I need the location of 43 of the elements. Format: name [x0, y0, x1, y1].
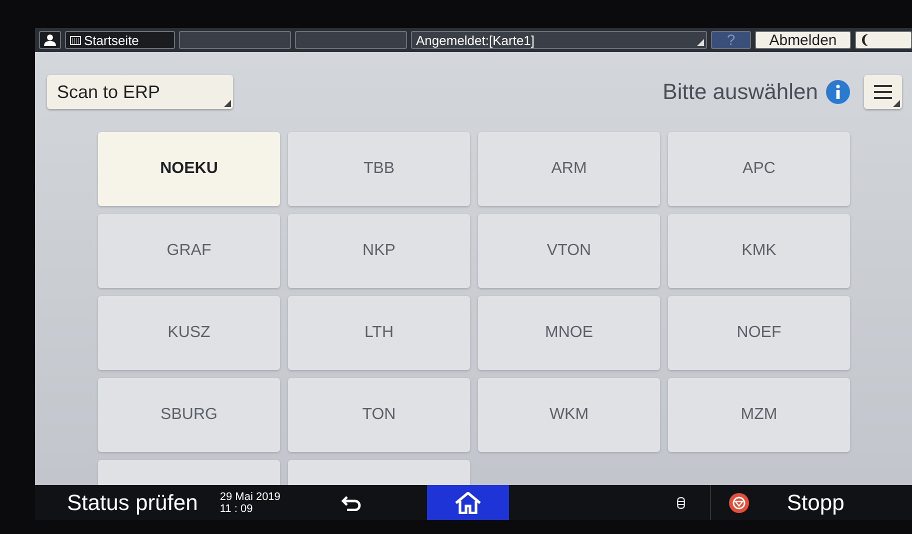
- app-dropdown[interactable]: Scan to ERP: [47, 75, 233, 109]
- user-button[interactable]: [39, 31, 61, 49]
- house-icon: [454, 492, 481, 514]
- grid-icon: [70, 36, 81, 44]
- stop-icon[interactable]: [728, 492, 749, 512]
- destination-tile[interactable]: ARM: [478, 132, 660, 206]
- status-check-button[interactable]: Status prüfen: [35, 490, 220, 516]
- destination-tile[interactable]: NOEF: [668, 296, 850, 370]
- destination-tile[interactable]: MNOE: [478, 296, 660, 370]
- destination-tile[interactable]: WKM: [478, 378, 660, 452]
- corner-triangle-icon: [224, 100, 231, 107]
- back-arrow-icon[interactable]: [340, 494, 363, 510]
- logout-button[interactable]: Abmelden: [755, 31, 851, 49]
- destination-tile[interactable]: MZM: [668, 378, 850, 452]
- destination-tile[interactable]: NOEKU: [98, 132, 280, 206]
- destination-tile[interactable]: SBURG: [98, 378, 280, 452]
- menu-icon: [874, 85, 892, 99]
- menu-button[interactable]: [864, 75, 902, 109]
- moon-icon: [860, 33, 870, 47]
- destination-tile[interactable]: NKP: [288, 214, 470, 288]
- help-button[interactable]: ?: [711, 31, 751, 49]
- login-status-button[interactable]: Angemeldet:[Karte1]: [411, 31, 707, 49]
- data-icon: [676, 496, 685, 508]
- destination-tile[interactable]: LTH: [288, 296, 470, 370]
- energy-saver-button[interactable]: [855, 31, 912, 49]
- prompt-text: Bitte auswählen: [662, 79, 818, 105]
- home-label: Startseite: [84, 32, 139, 48]
- destination-tile[interactable]: VTON: [478, 214, 660, 288]
- corner-triangle-icon: [893, 100, 900, 107]
- home-screen-button[interactable]: Startseite: [65, 31, 175, 49]
- destination-tile[interactable]: TBB: [288, 132, 470, 206]
- destination-tile[interactable]: TON: [288, 378, 470, 452]
- home-button[interactable]: [426, 485, 509, 520]
- time-text: 11 : 09: [220, 502, 254, 514]
- date-text: 29 Mai 2019: [220, 490, 282, 502]
- destination-tile[interactable]: APC: [668, 132, 850, 206]
- person-icon: [44, 34, 56, 46]
- corner-triangle-icon: [697, 39, 704, 46]
- stop-button[interactable]: Stopp: [786, 490, 844, 516]
- destination-tile[interactable]: KMK: [668, 214, 850, 288]
- destination-tile[interactable]: GRAF: [98, 214, 280, 288]
- destination-tile[interactable]: KUSZ: [98, 296, 280, 370]
- info-icon[interactable]: [826, 80, 850, 104]
